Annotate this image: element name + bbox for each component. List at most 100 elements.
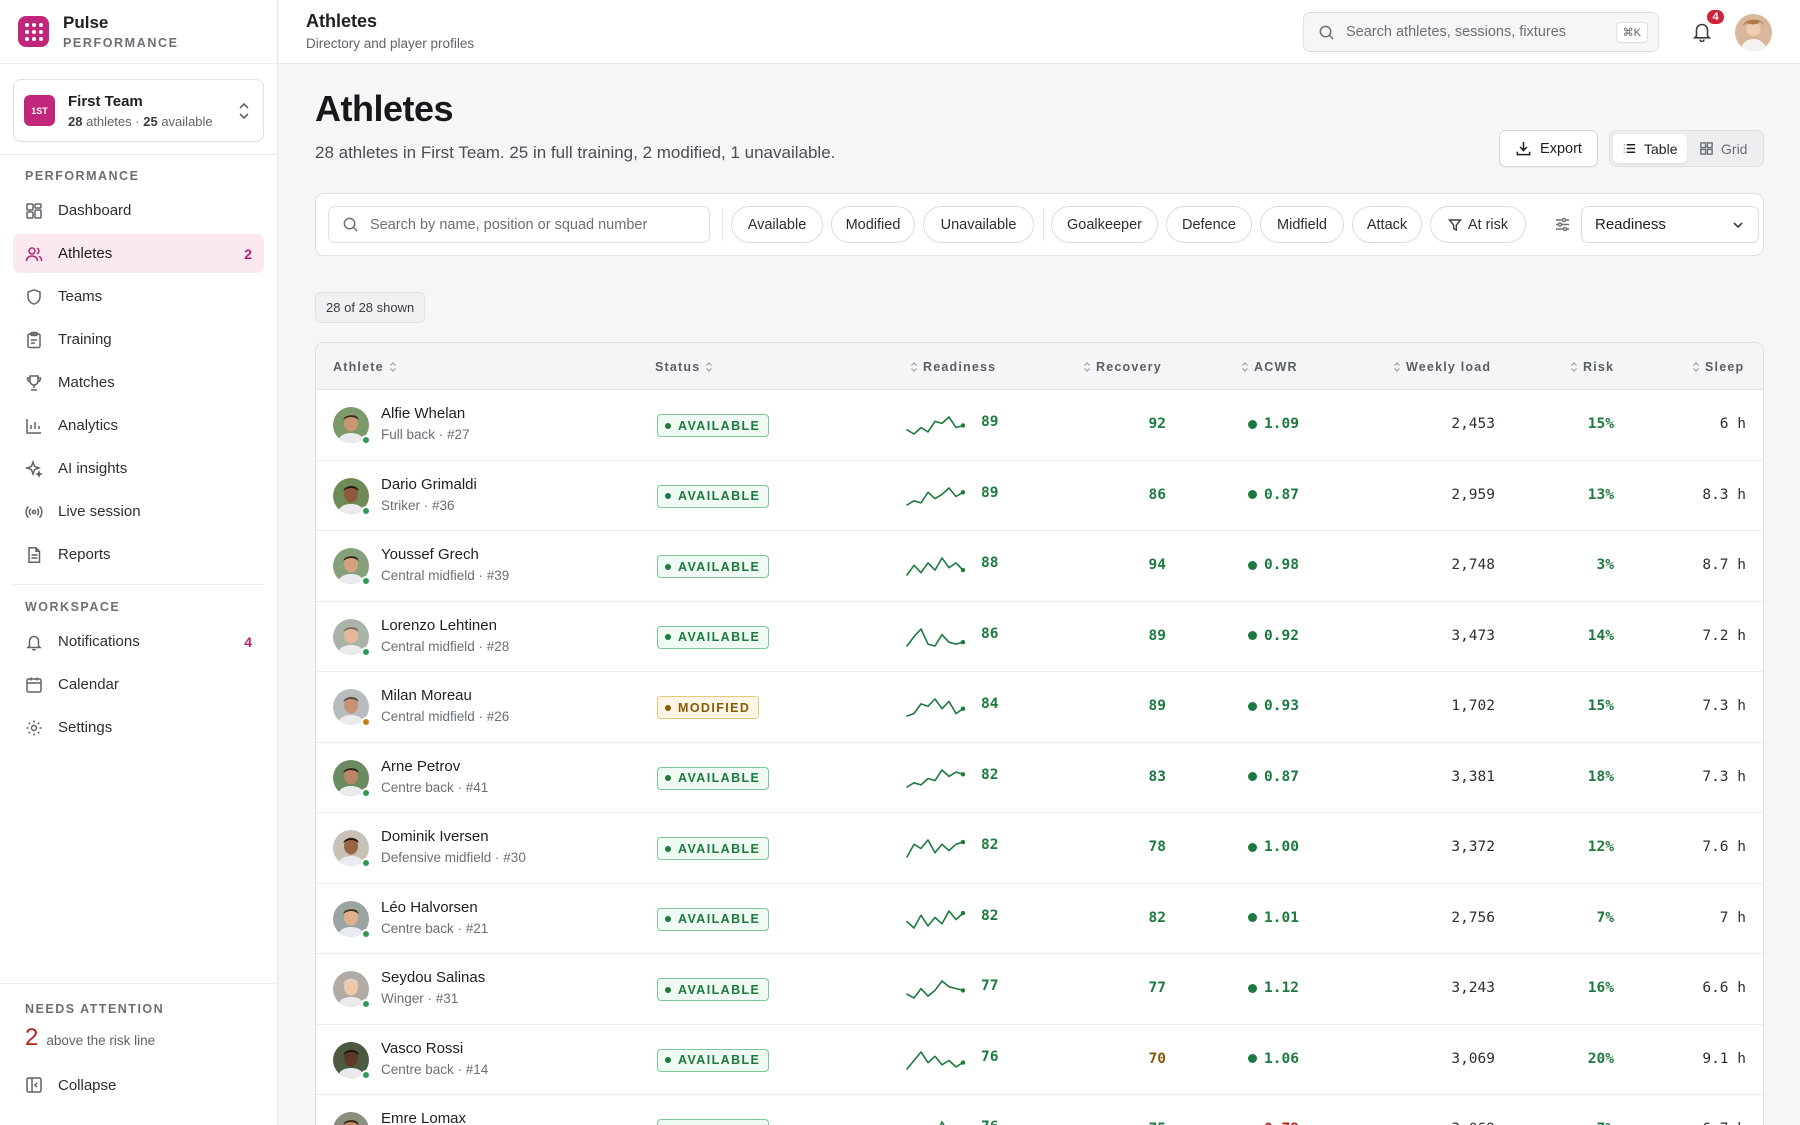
table-row[interactable]: Milan Moreau Central midfield · #26 MODI… bbox=[316, 672, 1763, 743]
athlete-name[interactable]: Emre Lomax bbox=[381, 1110, 466, 1125]
filter-chip-midfield[interactable]: Midfield bbox=[1260, 206, 1344, 243]
chevron-updown-icon bbox=[239, 102, 249, 119]
filter-chip-available[interactable]: Available bbox=[731, 206, 823, 243]
readiness-sparkline bbox=[939, 1121, 945, 1125]
sparkline-path bbox=[906, 980, 964, 999]
sidebar-item-calendar[interactable]: Calendar bbox=[13, 665, 264, 704]
filter-chip-modified[interactable]: Modified bbox=[831, 206, 915, 243]
column-readiness[interactable]: Readiness bbox=[905, 343, 996, 390]
sidebar-item-matches[interactable]: Matches bbox=[13, 363, 264, 402]
athlete-name[interactable]: Dario Grimaldi bbox=[381, 476, 477, 493]
column-label: Athlete bbox=[333, 359, 384, 374]
sidebar-item-label: Teams bbox=[58, 288, 103, 305]
column-acwr[interactable]: ACWR bbox=[1236, 343, 1298, 390]
readiness-value: 76 bbox=[981, 1119, 998, 1125]
athlete-name[interactable]: Milan Moreau bbox=[381, 687, 472, 704]
table-row[interactable]: Youssef Grech Central midfield · #39 AVA… bbox=[316, 531, 1763, 602]
athlete-position: Centre back · #21 bbox=[381, 920, 489, 936]
column-risk[interactable]: Risk bbox=[1565, 343, 1614, 390]
table-row[interactable]: Lorenzo Lehtinen Central midfield · #28 … bbox=[316, 602, 1763, 672]
readiness-value: 89 bbox=[981, 414, 999, 430]
global-search-input[interactable]: Search athletes, sessions, fixtures ⌘K bbox=[1303, 12, 1659, 52]
athlete-name[interactable]: Dominik Iversen bbox=[381, 828, 489, 845]
sidebar-item-label: Training bbox=[58, 331, 112, 348]
broadcast-icon bbox=[25, 505, 43, 518]
status-label: AVAILABLE bbox=[678, 982, 761, 997]
status-badge: AVAILABLE bbox=[657, 1119, 770, 1125]
presence-dot bbox=[361, 576, 371, 586]
column-sleep[interactable]: Sleep bbox=[1687, 343, 1744, 390]
sidebar-item-reports[interactable]: Reports bbox=[13, 535, 264, 574]
athlete-name[interactable]: Léo Halvorsen bbox=[381, 899, 478, 916]
athlete-name[interactable]: Vasco Rossi bbox=[381, 1040, 463, 1057]
acwr-dot bbox=[1248, 490, 1257, 499]
athlete-name[interactable]: Youssef Grech bbox=[381, 546, 479, 563]
sort-icon bbox=[1571, 361, 1577, 372]
user-avatar[interactable] bbox=[1735, 14, 1772, 51]
nav-section-label: WORKSPACE bbox=[25, 600, 121, 614]
athlete-search-input[interactable]: Search by name, position or squad number bbox=[328, 206, 710, 243]
filter-chip-at-risk[interactable]: At risk bbox=[1430, 206, 1526, 243]
table-row[interactable]: Emre Lomax AVAILABLE 76 75 0.79 3,069 7%… bbox=[316, 1095, 1763, 1125]
page-summary: 28 athletes in First Team. 25 in full tr… bbox=[315, 143, 836, 162]
athlete-name[interactable]: Arne Petrov bbox=[381, 758, 460, 775]
table-row[interactable]: Léo Halvorsen Centre back · #21 AVAILABL… bbox=[316, 884, 1763, 954]
filter-chip-defence[interactable]: Defence bbox=[1166, 206, 1252, 243]
table-row[interactable]: Alfie Whelan Full back · #27 AVAILABLE 8… bbox=[316, 390, 1763, 461]
filter-chip-goalkeeper[interactable]: Goalkeeper bbox=[1051, 206, 1158, 243]
table-row[interactable]: Seydou Salinas Winger · #31 AVAILABLE 77… bbox=[316, 954, 1763, 1025]
risk-value: 16% bbox=[1587, 980, 1614, 996]
column-weekly-load[interactable]: Weekly load bbox=[1388, 343, 1491, 390]
table-row[interactable]: Dario Grimaldi Striker · #36 AVAILABLE 8… bbox=[316, 461, 1763, 531]
sidebar-item-athletes[interactable]: Athletes 2 bbox=[13, 234, 264, 273]
acwr-number: 1.00 bbox=[1264, 839, 1299, 855]
sidebar-item-analytics[interactable]: Analytics bbox=[13, 406, 264, 445]
topbar-subtitle: Directory and player profiles bbox=[306, 36, 475, 51]
status-label: MODIFIED bbox=[678, 700, 751, 715]
athlete-name[interactable]: Lorenzo Lehtinen bbox=[381, 617, 497, 634]
athlete-position: Centre back · #14 bbox=[381, 1061, 489, 1077]
athlete-name[interactable]: Alfie Whelan bbox=[381, 405, 465, 422]
sort-select[interactable]: Readiness bbox=[1581, 206, 1759, 243]
table-row[interactable]: Vasco Rossi Centre back · #14 AVAILABLE … bbox=[316, 1025, 1763, 1095]
sidebar-item-settings[interactable]: Settings bbox=[13, 708, 264, 747]
acwr-number: 0.98 bbox=[1264, 557, 1299, 573]
filter-chip-attack[interactable]: Attack bbox=[1352, 206, 1422, 243]
athlete-name[interactable]: Seydou Salinas bbox=[381, 969, 485, 986]
list-icon bbox=[1623, 144, 1636, 153]
sparkline-endpoint bbox=[960, 910, 966, 915]
brand-name: Pulse bbox=[63, 13, 109, 32]
sidebar-item-teams[interactable]: Teams bbox=[13, 277, 264, 316]
filter-divider bbox=[722, 208, 723, 241]
column-recovery[interactable]: Recovery bbox=[1078, 343, 1162, 390]
sidebar-item-dashboard[interactable]: Dashboard bbox=[13, 191, 264, 230]
sidebar-item-ai-insights[interactable]: AI insights bbox=[13, 449, 264, 488]
acwr-number: 0.92 bbox=[1264, 627, 1299, 644]
weekly-load-value: 2,453 bbox=[1451, 416, 1495, 432]
column-athlete[interactable]: Athlete bbox=[333, 343, 402, 390]
collapse-button[interactable]: Collapse bbox=[25, 1076, 252, 1094]
export-button[interactable]: Export bbox=[1499, 130, 1598, 167]
team-switcher[interactable]: 1ST First Team 28 athletes · 25 availabl… bbox=[13, 79, 264, 142]
weekly-load-value: 2,756 bbox=[1451, 909, 1495, 926]
table-row[interactable]: Arne Petrov Centre back · #41 AVAILABLE … bbox=[316, 743, 1763, 813]
sidebar-item-notifications[interactable]: Notifications 4 bbox=[13, 622, 264, 661]
view-table-button[interactable]: Table bbox=[1613, 134, 1687, 163]
acwr-dot bbox=[1248, 631, 1257, 640]
table-row[interactable]: Dominik Iversen Defensive midfield · #30… bbox=[316, 813, 1763, 884]
view-grid-button[interactable]: Grid bbox=[1687, 134, 1761, 163]
sort-icon bbox=[911, 361, 917, 372]
filter-chip-unavailable[interactable]: Unavailable bbox=[923, 206, 1034, 243]
brand[interactable]: Pulse PERFORMANCE bbox=[0, 0, 277, 64]
sidebar-item-training[interactable]: Training bbox=[13, 320, 264, 359]
risk-value: 13% bbox=[1587, 486, 1614, 503]
status-badge: AVAILABLE bbox=[657, 414, 770, 437]
chevron-down-icon bbox=[1733, 221, 1743, 228]
status-badge: AVAILABLE bbox=[657, 555, 770, 578]
status-badge: AVAILABLE bbox=[657, 837, 770, 860]
export-label: Export bbox=[1540, 140, 1582, 157]
athlete-position: Striker · #36 bbox=[381, 497, 455, 513]
sparkline-path bbox=[906, 768, 964, 788]
column-status[interactable]: Status bbox=[655, 343, 718, 390]
sidebar-item-live-session[interactable]: Live session bbox=[13, 492, 264, 531]
